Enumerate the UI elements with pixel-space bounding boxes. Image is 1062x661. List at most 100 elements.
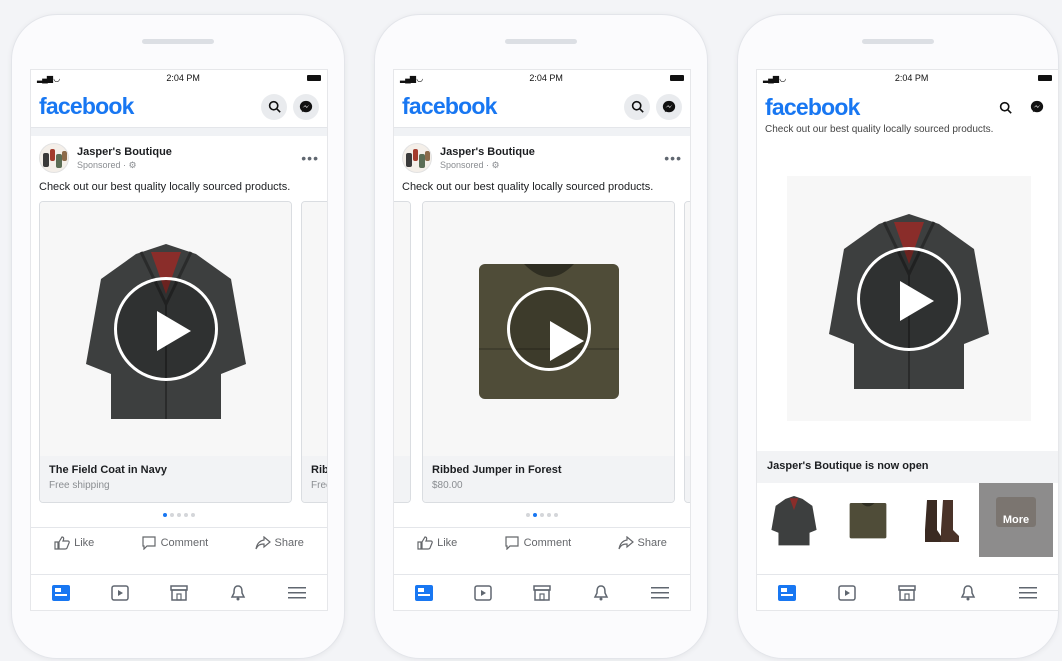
menu-icon <box>651 586 670 598</box>
thumbnail-jacket[interactable] <box>757 483 831 557</box>
product-image[interactable] <box>302 202 327 456</box>
bottom-tab-bar <box>394 574 690 610</box>
messenger-button[interactable] <box>656 93 682 120</box>
share-button[interactable]: Share <box>254 536 304 550</box>
carousel-card-next[interactable] <box>684 201 690 503</box>
product-carousel[interactable]: Ribbed Jumper in Forest $80.00 <box>394 201 690 505</box>
thumbnail-boots[interactable] <box>905 483 979 557</box>
tab-news-feed[interactable] <box>413 582 435 604</box>
phone-mockup-2: ▂▄▆ ◡ 2:04 PM facebook Jasper's Boutique <box>374 14 708 659</box>
search-icon <box>631 100 644 113</box>
battery-icon <box>1038 75 1052 81</box>
like-button[interactable]: Like <box>417 536 457 550</box>
like-icon <box>417 536 433 550</box>
facebook-logo[interactable]: facebook <box>765 94 860 121</box>
product-image[interactable] <box>685 202 690 456</box>
like-button[interactable]: Like <box>54 536 94 550</box>
bottom-tab-bar <box>31 574 327 610</box>
shop-banner[interactable]: Jasper's Boutique is now open <box>757 451 1058 483</box>
page-name[interactable]: Jasper's Boutique <box>77 146 301 158</box>
status-bar: ▂▄▆ ◡ 2:04 PM <box>757 70 1058 86</box>
more-options-icon[interactable]: ••• <box>301 150 319 166</box>
messenger-icon <box>299 100 313 112</box>
watch-icon <box>838 584 857 601</box>
avatar[interactable] <box>402 143 432 173</box>
signal-icon: ▂▄▆ ◡ <box>37 73 60 83</box>
facebook-logo[interactable]: facebook <box>39 93 134 120</box>
page-name[interactable]: Jasper's Boutique <box>440 146 664 158</box>
thumbnail-jumper[interactable] <box>831 483 905 557</box>
comment-button[interactable]: Comment <box>141 536 208 550</box>
play-icon[interactable] <box>857 246 961 351</box>
signal-icon: ▂▄▆ ◡ <box>400 73 423 83</box>
tab-watch[interactable] <box>836 582 858 604</box>
tab-news-feed[interactable] <box>776 582 798 604</box>
bell-icon <box>960 584 975 600</box>
tab-watch[interactable] <box>472 582 494 604</box>
play-icon[interactable] <box>113 277 218 381</box>
facebook-logo[interactable]: facebook <box>402 93 497 120</box>
carousel-card-next[interactable]: Ribb Free <box>301 201 327 503</box>
comment-button[interactable]: Comment <box>504 536 571 550</box>
menu-icon <box>1018 586 1037 598</box>
search-icon <box>999 101 1012 114</box>
menu-icon <box>288 586 307 598</box>
tab-notifications[interactable] <box>957 582 979 604</box>
carousel-card-prev[interactable] <box>394 201 411 503</box>
search-button[interactable] <box>624 93 650 120</box>
share-icon <box>254 536 271 550</box>
tab-notifications[interactable] <box>590 582 612 604</box>
product-video[interactable] <box>787 176 1031 421</box>
messenger-icon <box>1030 100 1044 113</box>
post-caption: Check out our best quality locally sourc… <box>39 181 291 193</box>
screen: ▂▄▆ ◡ 2:04 PM facebook Jasper's Boutique <box>30 69 328 611</box>
marketplace-icon <box>533 584 551 601</box>
sponsored-label: Sponsored · ⚙ <box>77 159 137 170</box>
watch-icon <box>111 584 129 601</box>
post-actions: Like Comment Share <box>394 527 690 558</box>
tab-watch[interactable] <box>109 582 131 604</box>
tab-marketplace[interactable] <box>896 582 918 604</box>
signal-icon: ▂▄▆ ◡ <box>763 73 786 83</box>
product-video[interactable] <box>40 202 291 456</box>
messenger-button[interactable] <box>293 93 319 120</box>
carousel-dots <box>31 513 327 517</box>
bell-icon <box>593 584 609 600</box>
search-button[interactable] <box>261 93 287 120</box>
status-bar: ▂▄▆ ◡ 2:04 PM <box>394 70 690 86</box>
tab-notifications[interactable] <box>227 582 249 604</box>
product-subtitle: Free <box>311 480 327 491</box>
carousel-card[interactable]: Ribbed Jumper in Forest $80.00 <box>422 201 675 503</box>
search-icon <box>268 100 281 113</box>
tab-menu[interactable] <box>286 582 308 604</box>
status-time: 2:04 PM <box>894 73 929 83</box>
tab-marketplace[interactable] <box>531 582 553 604</box>
tab-news-feed[interactable] <box>50 582 72 604</box>
tab-menu[interactable] <box>649 582 671 604</box>
play-icon[interactable] <box>506 287 591 371</box>
carousel-card[interactable]: The Field Coat in Navy Free shipping <box>39 201 292 503</box>
news-feed-icon <box>414 584 433 601</box>
product-title[interactable]: The Field Coat in Navy <box>49 464 282 476</box>
product-title[interactable]: Ribb <box>311 464 327 476</box>
screen: ▂▄▆ ◡ 2:04 PM facebook Jasper's Boutique <box>393 69 691 611</box>
jumper-thumb-image <box>849 502 887 539</box>
tab-marketplace[interactable] <box>168 582 190 604</box>
sponsored-label: Sponsored · ⚙ <box>440 159 500 170</box>
product-image[interactable] <box>394 202 410 456</box>
jacket-thumb-image <box>771 496 817 546</box>
like-icon <box>54 536 70 550</box>
battery-icon <box>307 75 321 81</box>
status-time: 2:04 PM <box>529 73 563 83</box>
thumbnail-more[interactable]: More <box>979 483 1053 557</box>
share-button[interactable]: Share <box>617 536 667 550</box>
messenger-button[interactable] <box>1024 94 1050 120</box>
product-carousel[interactable]: The Field Coat in Navy Free shipping Rib… <box>31 201 327 505</box>
more-options-icon[interactable]: ••• <box>664 150 682 166</box>
tab-menu[interactable] <box>1017 582 1039 604</box>
product-title[interactable]: Ribbed Jumper in Forest <box>432 464 665 476</box>
phone-mockup-1: ▂▄▆ ◡ 2:04 PM facebook Jasper's Boutique <box>11 14 345 659</box>
avatar[interactable] <box>39 143 69 173</box>
product-video[interactable] <box>423 202 674 456</box>
search-button[interactable] <box>992 94 1018 120</box>
